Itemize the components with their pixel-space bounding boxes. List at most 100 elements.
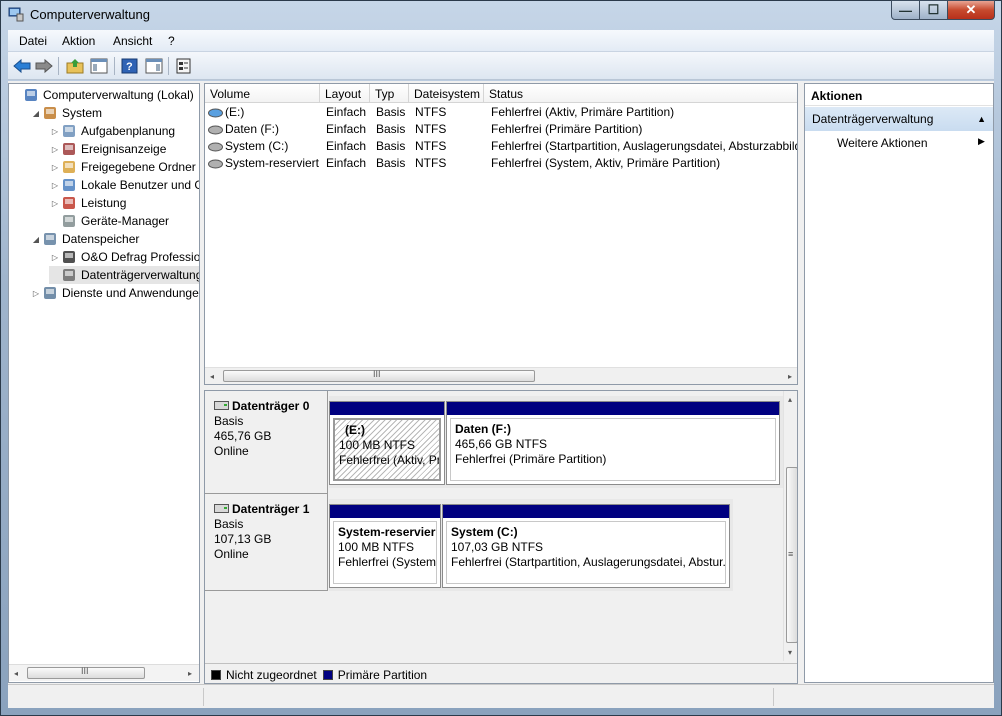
expand-toggle-icon[interactable]: ▷ <box>49 127 61 136</box>
table-row[interactable]: (E:) Einfach Basis NTFS Fehlerfrei (Aktiv, P… <box>205 104 797 121</box>
storage-icon <box>42 231 59 247</box>
properties-icon[interactable] <box>174 56 194 76</box>
column-header-typ[interactable]: Typ <box>370 84 409 103</box>
tree-item[interactable]: ▷ Dienste und Anwendungen <box>30 284 199 302</box>
scroll-left-icon[interactable]: ◂ <box>14 669 18 678</box>
tree-item-label: Lokale Benutzer und Gr <box>81 178 200 192</box>
tree-item[interactable]: ▷ O&O Defrag Profession <box>49 248 200 266</box>
close-button[interactable]: ✕ <box>947 0 995 20</box>
partition-block[interactable]: System (C:) 107,03 GB NTFS Fehlerfrei (Sta… <box>442 504 730 588</box>
back-arrow-icon[interactable] <box>12 56 32 76</box>
scroll-up-icon[interactable]: ▴ <box>788 395 792 404</box>
cell-layout: Einfach <box>326 105 367 119</box>
cell-typ: Basis <box>376 139 406 153</box>
partition-type-bar <box>447 402 779 415</box>
expand-toggle-icon[interactable]: ▷ <box>49 181 61 190</box>
expand-toggle-icon[interactable]: ◢ <box>30 235 42 244</box>
volume-icon <box>208 124 223 138</box>
partition-name: System (C:) <box>451 525 518 539</box>
expand-toggle-icon[interactable]: ▷ <box>49 163 61 172</box>
menu-aktion[interactable]: Aktion <box>62 34 95 48</box>
content-area: Computerverwaltung (Lokal) ◢ System ▷ Aufgab… <box>8 81 994 684</box>
actions-section-disk-management[interactable]: Datenträgerverwaltung ▲ <box>805 107 993 131</box>
tree-item[interactable]: ▷ Freigegebene Ordner <box>49 158 196 176</box>
horizontal-scrollbar[interactable]: ◂ III ▸ <box>9 664 199 681</box>
volume-list[interactable]: Volume Layout Typ Dateisystem Status (E:… <box>204 83 798 385</box>
partition-type-bar <box>330 402 444 415</box>
primary-partition-swatch <box>322 669 333 680</box>
navigation-tree[interactable]: Computerverwaltung (Lokal) ◢ System ▷ Aufgab… <box>8 83 200 683</box>
cell-fs: NTFS <box>415 105 447 119</box>
tree-item[interactable]: ◢ System <box>30 104 102 122</box>
window-title: Computerverwaltung <box>30 7 150 22</box>
svg-text:?: ? <box>126 61 133 73</box>
scroll-right-icon[interactable]: ▸ <box>188 669 192 678</box>
column-header-volume[interactable]: Volume <box>205 84 320 103</box>
partition-status: Fehlerfrei (Aktiv, Pr <box>339 453 441 467</box>
scroll-left-icon[interactable]: ◂ <box>210 372 214 381</box>
tree-item-label: O&O Defrag Profession <box>81 250 200 264</box>
partition-block[interactable]: System-reservier 100 MB NTFS Fehlerfrei (S… <box>329 504 441 588</box>
up-folder-icon[interactable] <box>65 56 85 76</box>
tree-item[interactable]: ◢ Datenspeicher <box>30 230 139 248</box>
tree-item[interactable]: ▷ Ereignisanzeige <box>49 140 166 158</box>
performance-icon <box>61 195 78 211</box>
column-header-dateisystem[interactable]: Dateisystem <box>409 84 484 103</box>
forward-arrow-icon[interactable] <box>34 56 54 76</box>
show-hide-action-pane-icon[interactable] <box>144 56 164 76</box>
menu-help[interactable]: ? <box>168 34 175 48</box>
tree-item[interactable]: ▷ Lokale Benutzer und Gr <box>49 176 200 194</box>
disk-label[interactable]: Datenträger 1 Basis 107,13 GB Online <box>205 494 328 591</box>
vertical-scrollbar[interactable]: ▴ ≡ ▾ <box>783 391 797 661</box>
tree-item[interactable]: ▷ Leistung <box>49 194 126 212</box>
partition-block[interactable]: (E:) 100 MB NTFS Fehlerfrei (Aktiv, Pr <box>329 401 445 485</box>
table-row[interactable]: System (C:) Einfach Basis NTFS Fehlerfrei (S… <box>205 138 797 155</box>
toolbar: ? <box>8 52 994 80</box>
show-hide-tree-icon[interactable] <box>89 56 109 76</box>
more-actions-item[interactable]: Weitere Aktionen ▶ <box>805 133 993 153</box>
collapse-up-icon[interactable]: ▲ <box>977 114 986 124</box>
cell-layout: Einfach <box>326 139 367 153</box>
unallocated-swatch <box>211 669 221 680</box>
partition-block[interactable]: Daten (F:) 465,66 GB NTFS Fehlerfrei (Prim… <box>446 401 780 485</box>
column-header-layout[interactable]: Layout <box>320 84 370 103</box>
table-row[interactable]: Daten (F:) Einfach Basis NTFS Fehlerfrei (Pr… <box>205 121 797 138</box>
cell-status: Fehlerfrei (System, Aktiv, Primäre Parti… <box>491 156 721 170</box>
tree-item[interactable]: Datenträgerverwaltung <box>49 266 200 284</box>
scroll-right-icon[interactable]: ▸ <box>788 372 792 381</box>
disk-map[interactable]: Datenträger 0 Basis 465,76 GB Online (E:) 100… <box>204 390 798 684</box>
menu-datei[interactable]: Datei <box>19 34 47 48</box>
menu-ansicht[interactable]: Ansicht <box>113 34 152 48</box>
tree-item-label: Ereignisanzeige <box>81 142 167 156</box>
cell-volume: (E:) <box>225 105 245 119</box>
computer-management-icon <box>8 7 24 22</box>
expand-toggle-icon[interactable]: ▷ <box>49 199 61 208</box>
tree-item-label: Datenträgerverwaltung <box>81 268 200 282</box>
scrollbar-grip-icon: III <box>373 369 381 379</box>
maximize-button[interactable]: ☐ <box>919 0 948 20</box>
partition-type-bar <box>443 505 729 518</box>
expand-toggle-icon[interactable]: ▷ <box>49 145 61 154</box>
expand-toggle-icon[interactable]: ▷ <box>30 289 42 298</box>
expand-toggle-icon[interactable]: ◢ <box>30 109 42 118</box>
column-header-status[interactable]: Status <box>484 84 797 103</box>
scrollbar-grip-icon: III <box>81 666 89 676</box>
title-bar[interactable]: Computerverwaltung — ☐ ✕ <box>0 0 1002 30</box>
volume-icon <box>208 158 223 172</box>
partition-size: 100 MB NTFS <box>338 540 415 554</box>
tree-item[interactable]: Geräte-Manager <box>49 212 169 230</box>
defrag-icon <box>61 249 78 265</box>
help-icon[interactable]: ? <box>120 56 140 76</box>
disk-label[interactable]: Datenträger 0 Basis 465,76 GB Online <box>205 391 328 494</box>
scroll-down-icon[interactable]: ▾ <box>788 648 792 657</box>
disk-management-icon <box>61 267 78 283</box>
tree-item[interactable]: Computerverwaltung (Lokal) <box>11 86 194 104</box>
table-row[interactable]: System-reserviert Einfach Basis NTFS Fehlerf… <box>205 155 797 172</box>
cell-volume: System (C:) <box>225 139 289 153</box>
horizontal-scrollbar[interactable]: ◂ III ▸ <box>205 367 797 384</box>
cell-fs: NTFS <box>415 156 447 170</box>
computer-management-icon <box>23 87 40 103</box>
tree-item[interactable]: ▷ Aufgabenplanung <box>49 122 175 140</box>
expand-toggle-icon[interactable]: ▷ <box>49 253 61 262</box>
minimize-button[interactable]: — <box>891 0 920 20</box>
